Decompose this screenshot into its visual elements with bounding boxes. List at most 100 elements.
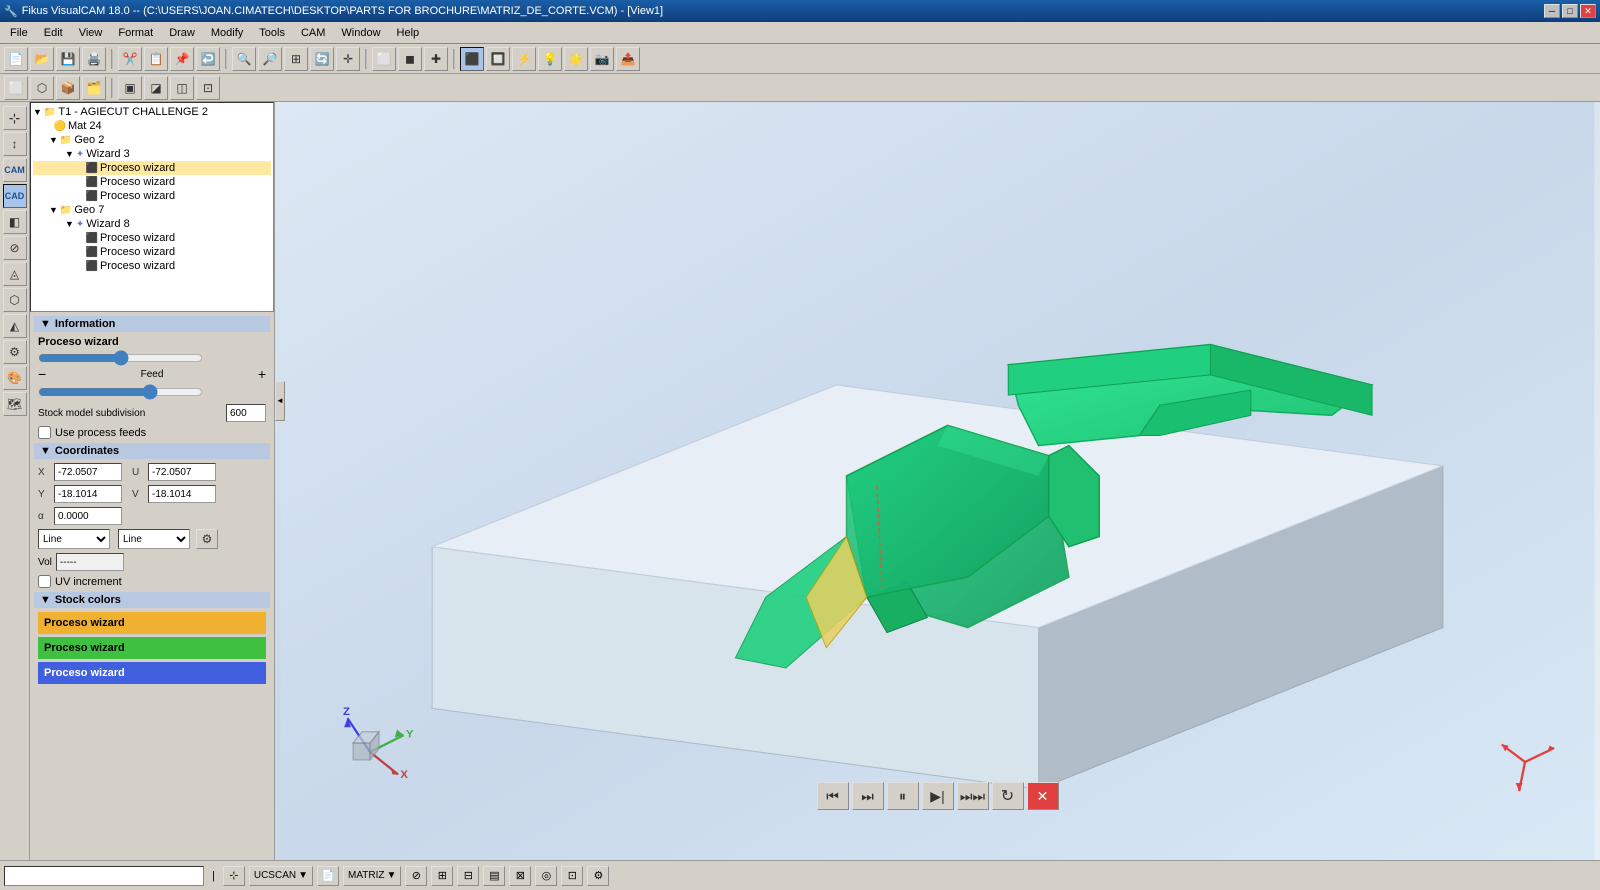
menu-help[interactable]: Help bbox=[389, 25, 428, 41]
status-filter-btn[interactable]: ⊘ bbox=[405, 866, 427, 886]
play-last[interactable]: ⏭⏭ bbox=[957, 782, 989, 810]
tb-paste[interactable]: 📌 bbox=[170, 47, 194, 71]
tree-item-proc6[interactable]: ⬛ Proceso wizard bbox=[33, 259, 271, 273]
tb2-b4[interactable]: ⊡ bbox=[196, 76, 220, 100]
tree-item-proc4[interactable]: ⬛ Proceso wizard bbox=[33, 231, 271, 245]
vtb-measure[interactable]: ◬ bbox=[3, 262, 27, 286]
play-prev[interactable]: ⏭ bbox=[852, 782, 884, 810]
status-snap-btn[interactable]: ⊹ bbox=[223, 866, 245, 886]
section-information[interactable]: ▼ Information bbox=[34, 316, 270, 332]
status-grid3-btn[interactable]: ▤ bbox=[483, 866, 505, 886]
tb-zoom-window[interactable]: 🔍 bbox=[232, 47, 256, 71]
status-dot1-btn[interactable]: ◎ bbox=[535, 866, 557, 886]
tb-axis[interactable]: ✚ bbox=[424, 47, 448, 71]
menu-edit[interactable]: Edit bbox=[36, 25, 71, 41]
play-next[interactable]: ▶| bbox=[922, 782, 954, 810]
tree-item-wizard3[interactable]: ▼ ✦ Wizard 3 bbox=[33, 147, 271, 161]
tree-item-mat24[interactable]: 🟡 Mat 24 bbox=[33, 119, 271, 133]
y-input[interactable] bbox=[54, 485, 122, 503]
vtb-render2[interactable]: 🗺 bbox=[3, 392, 27, 416]
matrix-dropdown[interactable]: MATRIZ ▼ bbox=[343, 866, 401, 886]
status-grid1-btn[interactable]: ⊞ bbox=[431, 866, 453, 886]
tb-shaded[interactable]: ⬛ bbox=[460, 47, 484, 71]
status-settings-btn[interactable]: ⚙ bbox=[587, 866, 609, 886]
vtb-zoom[interactable]: ↕ bbox=[3, 132, 27, 156]
menu-cam[interactable]: CAM bbox=[293, 25, 333, 41]
x-input[interactable] bbox=[54, 463, 122, 481]
tree-item-proc5[interactable]: ⬛ Proceso wizard bbox=[33, 245, 271, 259]
tb-copy[interactable]: 📋 bbox=[144, 47, 168, 71]
v-input[interactable] bbox=[148, 485, 216, 503]
menu-draw[interactable]: Draw bbox=[161, 25, 203, 41]
tb2-b3[interactable]: ◫ bbox=[170, 76, 194, 100]
status-search-input[interactable] bbox=[9, 870, 199, 881]
vtb-plane[interactable]: ◧ bbox=[3, 210, 27, 234]
menu-format[interactable]: Format bbox=[110, 25, 161, 41]
tb-view3d[interactable]: ◼ bbox=[398, 47, 422, 71]
tb-open[interactable]: 📂 bbox=[30, 47, 54, 71]
play-refresh[interactable]: ↻ bbox=[992, 782, 1024, 810]
tb-undo[interactable]: ↩️ bbox=[196, 47, 220, 71]
menu-modify[interactable]: Modify bbox=[203, 25, 251, 41]
nav-cube[interactable] bbox=[1490, 727, 1560, 800]
tb2-top[interactable]: ⬡ bbox=[30, 76, 54, 100]
vtb-3d-view[interactable]: ⊹ bbox=[3, 106, 27, 130]
left-edge-tab[interactable]: ◄ bbox=[275, 381, 285, 421]
vtb-simulate[interactable]: ⚙ bbox=[3, 340, 27, 364]
tb-camera[interactable]: 📷 bbox=[590, 47, 614, 71]
tb-zoom-all[interactable]: 🔎 bbox=[258, 47, 282, 71]
menu-window[interactable]: Window bbox=[333, 25, 388, 41]
tb-light[interactable]: 💡 bbox=[538, 47, 562, 71]
tb2-b2[interactable]: ◪ bbox=[144, 76, 168, 100]
tree-item-root[interactable]: ▼ 📁 T1 - AGIECUT CHALLENGE 2 bbox=[33, 105, 271, 119]
uv-increment-checkbox[interactable] bbox=[38, 575, 51, 588]
menu-file[interactable]: File bbox=[2, 25, 36, 41]
tb-wireframe[interactable]: 🔲 bbox=[486, 47, 510, 71]
tb-cam-out[interactable]: 📤 bbox=[616, 47, 640, 71]
vtb-cut[interactable]: ⊘ bbox=[3, 236, 27, 260]
window-minimize[interactable]: ─ bbox=[1544, 4, 1560, 18]
tb-hidden[interactable]: ⚡ bbox=[512, 47, 536, 71]
menu-view[interactable]: View bbox=[71, 25, 111, 41]
stock-model-input[interactable]: 600 bbox=[226, 404, 266, 422]
tree-expand-root[interactable]: ▼ bbox=[33, 107, 42, 117]
tb-new[interactable]: 📄 bbox=[4, 47, 28, 71]
use-process-checkbox[interactable] bbox=[38, 426, 51, 439]
coord-settings-btn[interactable]: ⚙ bbox=[196, 529, 218, 549]
section-coordinates[interactable]: ▼ Coordinates bbox=[34, 443, 270, 459]
line-select-1[interactable]: Line bbox=[38, 529, 110, 549]
vtb-cam-icon[interactable]: CAM bbox=[3, 158, 27, 182]
tb-print[interactable]: 🖨️ bbox=[82, 47, 106, 71]
tree-item-geo7[interactable]: ▼ 📁 Geo 7 bbox=[33, 203, 271, 217]
vtb-collision[interactable]: ◭ bbox=[3, 314, 27, 338]
play-first[interactable]: ⏮ bbox=[817, 782, 849, 810]
window-restore[interactable]: □ bbox=[1562, 4, 1578, 18]
tb2-front[interactable]: ⬜ bbox=[4, 76, 28, 100]
play-pause[interactable]: ⏸ bbox=[887, 782, 919, 810]
vtb-color[interactable]: 🎨 bbox=[3, 366, 27, 390]
window-close[interactable]: ✕ bbox=[1580, 4, 1596, 18]
status-search[interactable] bbox=[4, 866, 204, 886]
ucs-dropdown[interactable]: UCSCAN ▼ bbox=[249, 866, 313, 886]
tb-rotate[interactable]: 🔄 bbox=[310, 47, 334, 71]
section-stock-colors[interactable]: ▼ Stock colors bbox=[34, 592, 270, 608]
tree-item-geo2[interactable]: ▼ 📁 Geo 2 bbox=[33, 133, 271, 147]
feed-slider[interactable] bbox=[38, 352, 203, 364]
tb2-b1[interactable]: ▣ bbox=[118, 76, 142, 100]
tb-save[interactable]: 💾 bbox=[56, 47, 80, 71]
tb-snap[interactable]: ✛ bbox=[336, 47, 360, 71]
status-line1-btn[interactable]: ⊠ bbox=[509, 866, 531, 886]
tb-grid[interactable]: ⊞ bbox=[284, 47, 308, 71]
tree-view[interactable]: ▼ 📁 T1 - AGIECUT CHALLENGE 2 🟡 Mat 24 ▼ … bbox=[30, 102, 274, 312]
tree-item-proc2[interactable]: ⬛ Proceso wizard bbox=[33, 175, 271, 189]
tb-render[interactable]: 🌟 bbox=[564, 47, 588, 71]
feed-slider2[interactable] bbox=[38, 386, 203, 398]
play-stop[interactable]: ✕ bbox=[1027, 782, 1059, 810]
tree-item-wizard8[interactable]: ▼ ✦ Wizard 8 bbox=[33, 217, 271, 231]
tb-select[interactable]: ⬜ bbox=[372, 47, 396, 71]
viewport[interactable]: Z Y X bbox=[275, 102, 1600, 860]
tree-item-proc3[interactable]: ⬛ Proceso wizard bbox=[33, 189, 271, 203]
status-grid2-btn[interactable]: ⊟ bbox=[457, 866, 479, 886]
vtb-arrow[interactable]: ⬡ bbox=[3, 288, 27, 312]
vtb-cad-icon[interactable]: CAD bbox=[3, 184, 27, 208]
